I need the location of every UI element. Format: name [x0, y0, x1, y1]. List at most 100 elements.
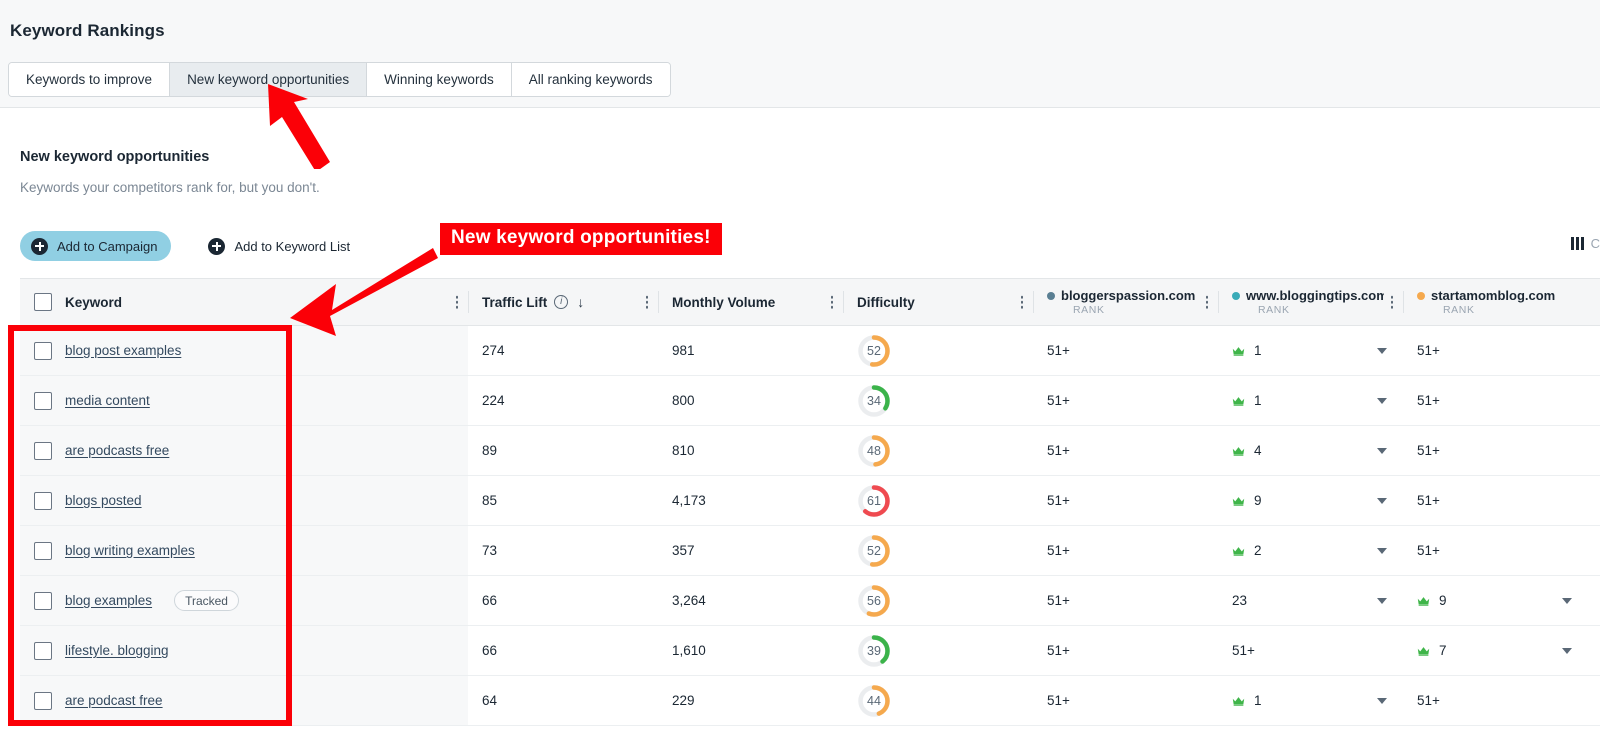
- row-checkbox[interactable]: [34, 392, 52, 410]
- expand-caret-icon[interactable]: [1377, 548, 1387, 554]
- expand-caret-icon[interactable]: [1377, 598, 1387, 604]
- row-checkbox[interactable]: [34, 342, 52, 360]
- row-checkbox[interactable]: [34, 492, 52, 510]
- expand-caret-icon[interactable]: [1562, 598, 1572, 604]
- keyword-link[interactable]: media content: [65, 393, 150, 408]
- rank-value: 51+: [1047, 493, 1070, 508]
- row-checkbox[interactable]: [34, 592, 52, 610]
- column-header-competitor-1[interactable]: bloggerspassion.com (у RANK: [1033, 279, 1218, 325]
- row-checkbox[interactable]: [34, 692, 52, 710]
- keyword-link[interactable]: are podcasts free: [65, 443, 169, 458]
- rank-value: 1: [1254, 693, 1262, 708]
- crown-icon: [1232, 446, 1245, 456]
- columns-button[interactable]: C: [1571, 236, 1600, 251]
- add-to-campaign-button[interactable]: Add to Campaign: [20, 231, 171, 261]
- columns-label: C: [1591, 236, 1600, 251]
- select-all-checkbox[interactable]: [34, 293, 52, 311]
- table-row[interactable]: blog examplesTracked663,2645651+239: [20, 576, 1600, 626]
- add-to-keyword-list-button[interactable]: Add to Keyword List: [197, 231, 364, 261]
- keyword-link[interactable]: blog post examples: [65, 343, 181, 358]
- row-checkbox[interactable]: [34, 442, 52, 460]
- rank-value: 2: [1254, 543, 1262, 558]
- competitor-1-domain: bloggerspassion.com (у: [1061, 288, 1199, 303]
- crown-icon: [1232, 346, 1245, 356]
- table-row[interactable]: lifestyle. blogging661,6103951+51+7: [20, 626, 1600, 676]
- expand-caret-icon[interactable]: [1562, 648, 1572, 654]
- tracked-badge: Tracked: [174, 590, 239, 611]
- keyword-link[interactable]: blog writing examples: [65, 543, 195, 558]
- cell-competitor-rank-2: 51+: [1218, 626, 1403, 675]
- difficulty-donut: 39: [857, 634, 891, 668]
- rank-value: 51+: [1417, 693, 1440, 708]
- column-header-traffic-lift[interactable]: Traffic Lift i ↓: [468, 279, 658, 325]
- column-header-keyword[interactable]: Keyword: [20, 279, 468, 325]
- rank-value: 51+: [1417, 443, 1440, 458]
- cell-competitor-rank-3: 51+: [1403, 376, 1588, 425]
- cell-monthly-volume: 810: [658, 426, 843, 475]
- column-menu-monthly-volume-icon[interactable]: [831, 296, 834, 309]
- competitor-color-dot: [1417, 292, 1425, 300]
- expand-caret-icon[interactable]: [1377, 698, 1387, 704]
- cell-competitor-rank-1: 51+: [1033, 576, 1218, 625]
- competitor-color-dot: [1232, 292, 1240, 300]
- table-row[interactable]: blogs posted854,1736151+951+: [20, 476, 1600, 526]
- expand-caret-icon[interactable]: [1377, 348, 1387, 354]
- sort-descending-icon[interactable]: ↓: [577, 294, 584, 310]
- table-row[interactable]: are podcast free642294451+151+: [20, 676, 1600, 726]
- column-menu-competitor-2-icon[interactable]: [1391, 296, 1394, 309]
- cell-monthly-volume: 1,610: [658, 626, 843, 675]
- page-header: Keyword Rankings Keywords to improve New…: [0, 0, 1600, 108]
- column-menu-traffic-lift-icon[interactable]: [646, 296, 649, 309]
- cell-competitor-rank-2: 9: [1218, 476, 1403, 525]
- table-body: blog post examples2749815251+151+media c…: [20, 326, 1600, 726]
- keyword-link[interactable]: blog examples: [65, 593, 152, 608]
- cell-competitor-rank-2: 1: [1218, 326, 1403, 375]
- cell-competitor-rank-3: 51+: [1403, 326, 1588, 375]
- column-header-difficulty[interactable]: Difficulty: [843, 279, 1033, 325]
- cell-competitor-rank-1: 51+: [1033, 426, 1218, 475]
- cell-monthly-volume: 3,264: [658, 576, 843, 625]
- cell-competitor-rank-3: 7: [1403, 626, 1588, 675]
- crown-icon: [1232, 396, 1245, 406]
- column-menu-keyword-icon[interactable]: [456, 296, 459, 309]
- add-to-keyword-list-label: Add to Keyword List: [234, 239, 350, 254]
- cell-traffic-lift: 89: [468, 426, 658, 475]
- row-checkbox[interactable]: [34, 642, 52, 660]
- column-menu-competitor-1-icon[interactable]: [1206, 296, 1209, 309]
- rank-value: 9: [1439, 593, 1447, 608]
- table-row[interactable]: are podcasts free898104851+451+: [20, 426, 1600, 476]
- expand-caret-icon[interactable]: [1377, 398, 1387, 404]
- expand-caret-icon[interactable]: [1377, 498, 1387, 504]
- plus-circle-icon: [208, 238, 225, 255]
- column-header-competitor-2[interactable]: www.bloggingtips.com RANK: [1218, 279, 1403, 325]
- rank-value: 51+: [1047, 443, 1070, 458]
- column-header-competitor-3[interactable]: startamomblog.com RANK: [1403, 279, 1588, 325]
- column-header-traffic-lift-label: Traffic Lift: [482, 295, 547, 310]
- table-row[interactable]: media content2248003451+151+: [20, 376, 1600, 426]
- cell-competitor-rank-1: 51+: [1033, 376, 1218, 425]
- cell-keyword: blog examples Tracked: [20, 576, 468, 625]
- cell-traffic-lift: 85: [468, 476, 658, 525]
- cell-monthly-volume: 357: [658, 526, 843, 575]
- crown-icon: [1232, 496, 1245, 506]
- tab-keywords-to-improve[interactable]: Keywords to improve: [9, 63, 170, 96]
- keyword-link[interactable]: blogs posted: [65, 493, 142, 508]
- keyword-link[interactable]: are podcast free: [65, 693, 163, 708]
- rank-value: 51+: [1417, 393, 1440, 408]
- expand-caret-icon[interactable]: [1377, 448, 1387, 454]
- rank-value: 51+: [1232, 643, 1255, 658]
- table-row[interactable]: blog writing examples733575251+251+: [20, 526, 1600, 576]
- cell-keyword: are podcasts free: [20, 426, 468, 475]
- add-to-campaign-label: Add to Campaign: [57, 239, 157, 254]
- tab-new-keyword-opportunities[interactable]: New keyword opportunities: [170, 63, 367, 96]
- difficulty-donut: 34: [857, 384, 891, 418]
- rank-value: 1: [1254, 343, 1262, 358]
- row-checkbox[interactable]: [34, 542, 52, 560]
- keyword-link[interactable]: lifestyle. blogging: [65, 643, 169, 658]
- column-header-monthly-volume[interactable]: Monthly Volume: [658, 279, 843, 325]
- tab-all-ranking-keywords[interactable]: All ranking keywords: [512, 63, 670, 96]
- tab-winning-keywords[interactable]: Winning keywords: [367, 63, 512, 96]
- column-menu-difficulty-icon[interactable]: [1021, 296, 1024, 309]
- info-icon[interactable]: i: [554, 295, 568, 309]
- table-row[interactable]: blog post examples2749815251+151+: [20, 326, 1600, 376]
